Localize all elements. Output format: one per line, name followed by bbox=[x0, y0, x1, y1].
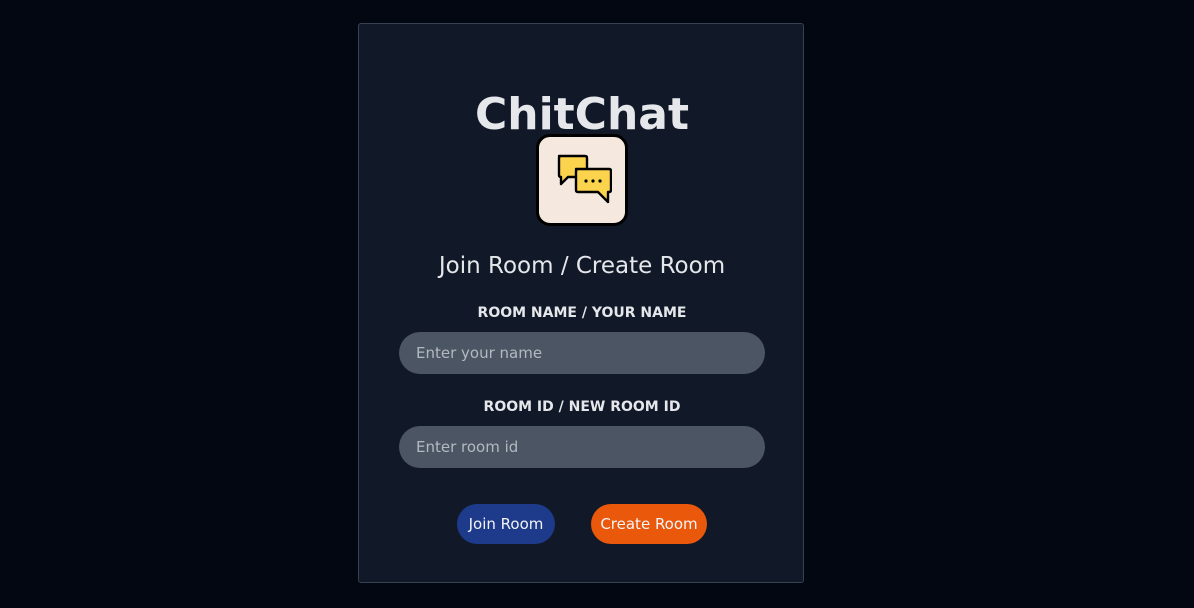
room-id-field-label: ROOM ID / NEW ROOM ID bbox=[483, 399, 681, 415]
join-room-card: ChitChat Join Room / Create Room ROOM NA… bbox=[358, 23, 804, 583]
chat-bubbles-icon bbox=[557, 154, 612, 204]
create-room-button[interactable]: Create Room bbox=[591, 504, 707, 544]
form-heading: Join Room / Create Room bbox=[438, 253, 726, 279]
name-input[interactable] bbox=[399, 332, 765, 374]
name-field-label: ROOM NAME / YOUR NAME bbox=[477, 305, 687, 321]
app-logo bbox=[536, 134, 628, 226]
page: ChitChat Join Room / Create Room ROOM NA… bbox=[0, 0, 1194, 608]
room-id-input[interactable] bbox=[399, 426, 765, 468]
join-room-button[interactable]: Join Room bbox=[457, 504, 555, 544]
